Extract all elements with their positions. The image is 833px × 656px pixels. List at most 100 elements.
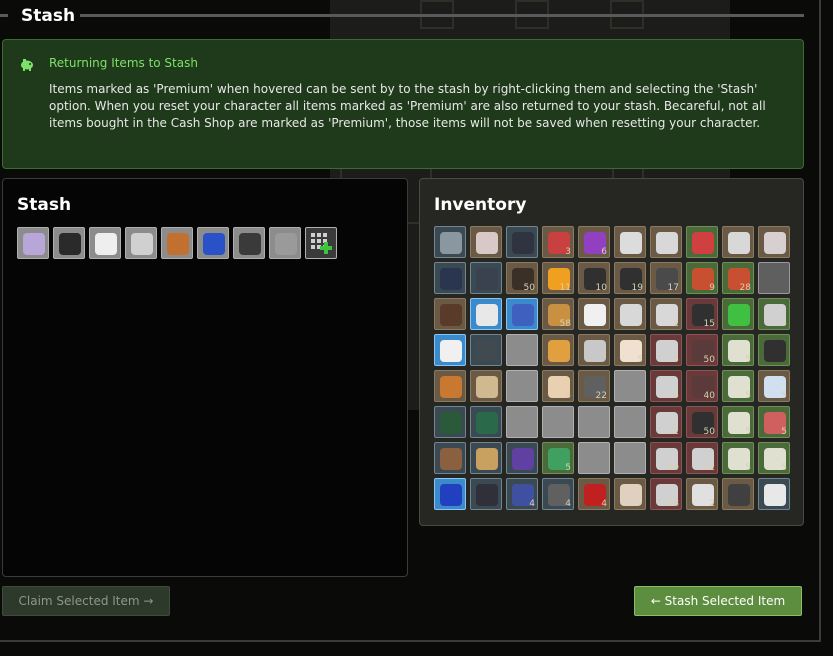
inventory-slot[interactable] [470,298,502,330]
inventory-empty-slot[interactable] [614,370,646,402]
inventory-slot[interactable]: 4 [542,478,574,510]
inventory-empty-slot[interactable] [578,406,610,438]
inventory-slot[interactable]: 38 [650,478,682,510]
inventory-slot[interactable] [470,442,502,474]
piggy-bank-icon [21,59,33,71]
inventory-slot[interactable]: 28 [722,262,754,294]
inventory-slot[interactable]: 5 [758,370,790,402]
inventory-slot[interactable]: 50 [686,406,718,438]
stash-slot[interactable] [53,227,85,259]
inventory-slot[interactable]: 5 [722,406,754,438]
item-count: 40 [703,391,715,401]
inventory-slot[interactable] [578,298,610,330]
stash-slot[interactable] [161,227,193,259]
inventory-slot[interactable]: 17 [650,262,682,294]
inventory-slot[interactable] [434,334,466,366]
inventory-slot[interactable]: 19 [614,262,646,294]
stash-selected-item-button[interactable]: ← Stash Selected Item [634,586,802,616]
inventory-slot[interactable] [722,298,754,330]
inventory-slot[interactable]: 40 [686,370,718,402]
inventory-slot[interactable] [434,370,466,402]
inventory-empty-slot[interactable] [614,442,646,474]
stash-slot[interactable] [305,227,337,259]
inventory-slot[interactable] [470,406,502,438]
inventory-slot[interactable]: 5 [758,298,790,330]
item-count: 11 [559,283,571,293]
stash-panel: Stash [2,178,408,577]
stash-slot[interactable] [125,227,157,259]
inventory-empty-slot[interactable] [614,406,646,438]
inventory-slot[interactable] [650,226,682,258]
stash-slot[interactable] [17,227,49,259]
inventory-slot[interactable] [470,262,502,294]
inventory-slot[interactable]: 5 [758,406,790,438]
inventory-slot[interactable]: 11 [542,262,574,294]
inventory-slot[interactable] [434,298,466,330]
item-icon [620,484,642,506]
inventory-slot[interactable] [434,442,466,474]
inventory-slot[interactable]: 5 [614,334,646,366]
inventory-slot[interactable] [722,478,754,510]
inventory-slot[interactable]: 50 [650,442,682,474]
inventory-slot[interactable]: 22 [578,370,610,402]
inventory-empty-slot[interactable] [506,334,538,366]
inventory-slot[interactable]: 5 [722,442,754,474]
inventory-slot[interactable]: 15 [686,298,718,330]
inventory-slot[interactable] [722,226,754,258]
inventory-slot[interactable]: 3 [542,370,574,402]
inventory-slot[interactable] [470,334,502,366]
inventory-slot[interactable] [434,406,466,438]
inventory-slot[interactable] [434,478,466,510]
inventory-slot[interactable]: 5 [722,370,754,402]
dark-cloak-icon [59,233,81,255]
inventory-slot[interactable]: 2 [686,478,718,510]
inventory-slot[interactable]: 50 [686,334,718,366]
inventory-slot[interactable] [506,298,538,330]
inventory-slot[interactable]: 4 [506,478,538,510]
claim-selected-item-button[interactable]: Claim Selected Item → [2,586,170,616]
inventory-slot[interactable]: 50 [506,262,538,294]
inventory-slot[interactable] [506,226,538,258]
inventory-slot[interactable]: 5 [542,442,574,474]
inventory-slot[interactable]: 9 [686,262,718,294]
inventory-slot[interactable] [758,226,790,258]
inventory-slot[interactable] [758,262,790,294]
inventory-slot[interactable] [578,334,610,366]
inventory-slot[interactable] [758,334,790,366]
inventory-slot[interactable] [758,478,790,510]
inventory-slot[interactable]: 3 [542,226,574,258]
inventory-slot[interactable] [434,226,466,258]
inventory-slot[interactable] [614,298,646,330]
inventory-slot[interactable]: 5 [758,442,790,474]
stash-slot[interactable] [197,227,229,259]
inventory-slot[interactable] [434,262,466,294]
inventory-slot[interactable]: 6 [578,226,610,258]
inventory-slot[interactable]: 5 [650,334,682,366]
window-title: Stash [21,6,76,26]
stash-slot[interactable] [233,227,265,259]
inventory-slot[interactable] [614,226,646,258]
inventory-slot[interactable] [686,226,718,258]
inventory-empty-slot[interactable] [506,406,538,438]
inventory-slot[interactable]: 10 [578,262,610,294]
inventory-slot[interactable]: 5 [722,334,754,366]
inventory-slot[interactable] [470,226,502,258]
inventory-empty-slot[interactable] [578,442,610,474]
inventory-slot[interactable]: 21 [686,442,718,474]
inventory-slot[interactable]: 2 [650,298,682,330]
inventory-slot[interactable] [470,370,502,402]
stash-slot[interactable] [89,227,121,259]
inventory-empty-slot[interactable] [506,370,538,402]
inventory-slot[interactable]: 4 [578,478,610,510]
inventory-slot[interactable]: 58 [542,298,574,330]
inventory-empty-slot[interactable] [542,406,574,438]
fox-pet-icon [167,233,189,255]
stash-slot[interactable] [269,227,301,259]
inventory-slot[interactable]: 5 [650,370,682,402]
inventory-slot[interactable] [470,478,502,510]
inventory-slot[interactable] [614,478,646,510]
inventory-slot[interactable] [542,334,574,366]
inventory-slot[interactable] [506,442,538,474]
inventory-slot[interactable]: 12 [650,406,682,438]
item-count: 15 [703,319,715,329]
